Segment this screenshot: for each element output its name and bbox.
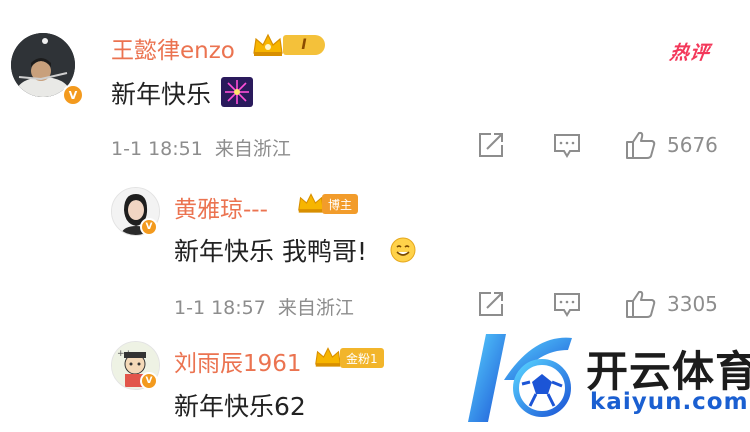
comment-username[interactable]: 王懿律enzo: [111, 31, 235, 65]
crown-icon: [314, 346, 342, 372]
like-count: 3305: [667, 292, 718, 316]
hot-comment-tag: 热评: [668, 42, 712, 64]
smile-emoji-icon: [389, 236, 417, 270]
comment-icon[interactable]: [553, 132, 581, 164]
blogger-badge: 博主: [322, 194, 359, 214]
comment-meta: 1-1 18:51 来自浙江: [111, 138, 291, 160]
watermark-brand-en: kaiyun.com: [590, 389, 749, 415]
reply-text: 新年快乐62: [174, 392, 306, 421]
like-icon[interactable]: [625, 288, 657, 324]
like-icon[interactable]: [625, 129, 657, 165]
verified-badge-icon: V: [140, 218, 158, 236]
comment-icon[interactable]: [553, 291, 581, 323]
comment-text: 新年快乐: [111, 75, 253, 113]
fan-level-badge: 金粉1: [340, 348, 384, 368]
like-count: 5676: [667, 133, 718, 157]
kaiyun-logo-icon: [464, 330, 584, 432]
crown-icon: [252, 33, 284, 61]
user-level-badge: I: [283, 35, 325, 55]
reply-username[interactable]: 黄雅琼---: [174, 190, 268, 224]
share-icon[interactable]: [477, 131, 505, 163]
reply-text: 新年快乐 我鸭哥!: [174, 232, 417, 270]
crown-icon: [297, 192, 325, 218]
share-icon[interactable]: [477, 290, 505, 322]
reply-meta: 1-1 18:57 来自浙江: [174, 297, 354, 319]
fireworks-emoji-icon: [220, 77, 253, 113]
reply-username[interactable]: 刘雨辰1961: [174, 344, 302, 378]
verified-badge-icon: V: [62, 84, 84, 106]
verified-badge-icon: V: [140, 372, 158, 390]
